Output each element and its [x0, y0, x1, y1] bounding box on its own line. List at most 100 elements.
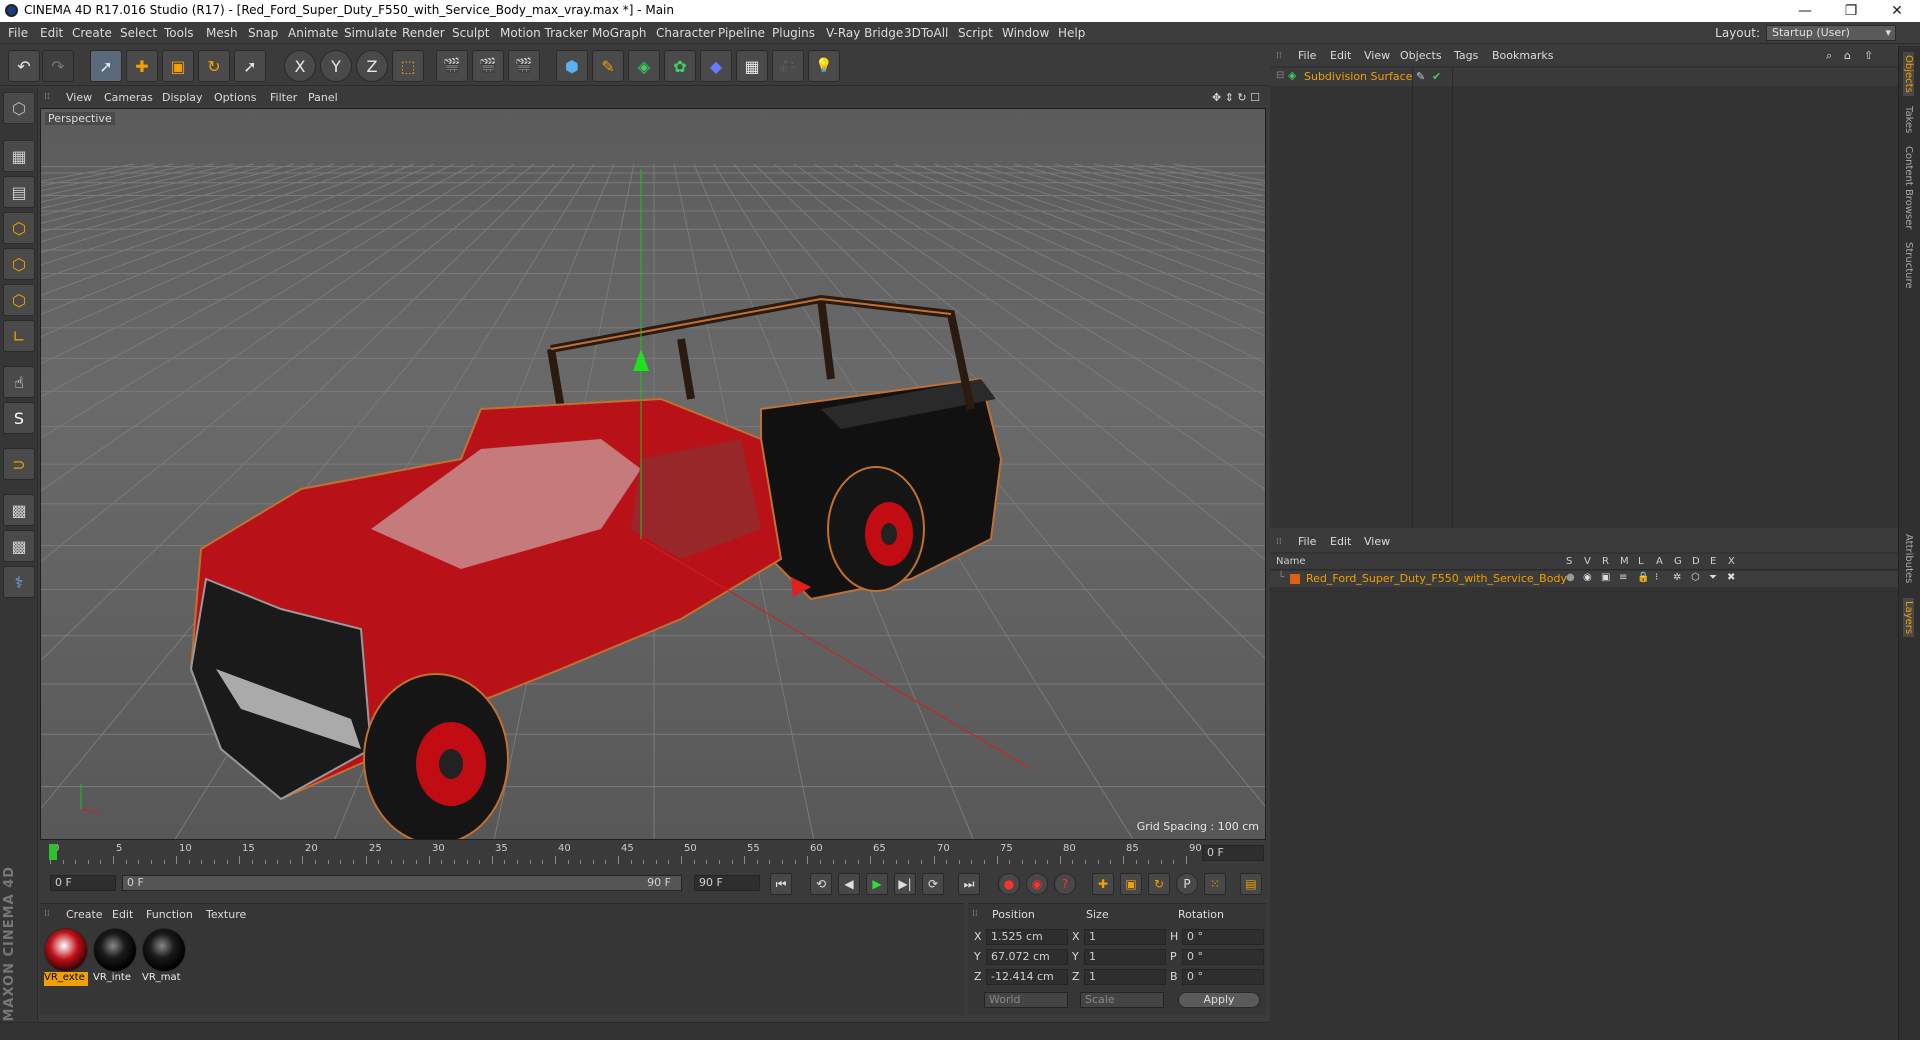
object-row[interactable]: ⊟ ◈ Subdivision Surface ✎ ✔	[1270, 68, 1898, 86]
material-menu-function[interactable]: Function	[146, 908, 193, 921]
layers-menu-file[interactable]: File	[1298, 535, 1316, 548]
render-view-button[interactable]: 🎬	[436, 50, 468, 82]
workplane-snap-icon[interactable]: ▩	[3, 530, 35, 562]
scale-tool[interactable]: ▣	[162, 50, 194, 82]
play-backward-button[interactable]: ◀	[838, 873, 860, 895]
search-icon[interactable]: ⌕	[1826, 49, 1832, 63]
record-keys-icon[interactable]: ●	[998, 873, 1020, 895]
workplane-lock-icon[interactable]: ▩	[3, 494, 35, 526]
key-position-icon[interactable]: ✚	[1092, 873, 1114, 895]
points-mode-icon[interactable]: ⬡	[3, 248, 35, 280]
edit-toggle-icon[interactable]: ✎	[1416, 70, 1425, 83]
cube-object-button[interactable]: ⬢	[556, 50, 588, 82]
render-icon[interactable]: ▣	[1601, 572, 1610, 583]
start-frame-field[interactable]: 0 F	[50, 875, 116, 891]
deformers-icon[interactable]: ⬡	[1691, 572, 1700, 583]
autokey-icon[interactable]: ◉	[1026, 873, 1048, 895]
objects-menu-file[interactable]: File	[1298, 49, 1316, 62]
tab-content-browser[interactable]: Content Browser	[1903, 146, 1914, 229]
material-swatch[interactable]: VR_exte	[44, 928, 88, 986]
live-select-tool[interactable]: ➚	[90, 50, 122, 82]
polygons-mode-icon[interactable]: ∟	[3, 320, 35, 352]
menu-tools[interactable]: Tools	[164, 26, 194, 40]
light-object-button[interactable]: 💡	[808, 50, 840, 82]
material-menu-edit[interactable]: Edit	[112, 908, 133, 921]
objects-menu-bookmarks[interactable]: Bookmarks	[1492, 49, 1553, 62]
rotation-b-field[interactable]: 0 °	[1182, 969, 1264, 985]
mograph-cloner-button[interactable]: ✿	[664, 50, 696, 82]
viewport-menu-display[interactable]: Display	[162, 91, 203, 104]
rotation-h-field[interactable]: 0 °	[1182, 929, 1264, 945]
python-script-icon[interactable]: ⚕	[3, 566, 35, 598]
pen-spline-button[interactable]: ✎	[592, 50, 624, 82]
menu-select[interactable]: Select	[120, 26, 157, 40]
playhead-marker[interactable]	[49, 844, 57, 860]
enabled-check-icon[interactable]: ✔	[1432, 70, 1441, 83]
layer-color-swatch[interactable]	[1290, 574, 1300, 584]
rotation-p-field[interactable]: 0 °	[1182, 949, 1264, 965]
viewport-menu-filter[interactable]: Filter	[270, 91, 297, 104]
position-x-field[interactable]: 1.525 cm	[986, 929, 1068, 945]
layout-select[interactable]: Startup (User) ▾	[1766, 25, 1896, 41]
subdivision-surface-button[interactable]: ◈	[628, 50, 660, 82]
end-frame-field[interactable]: 90 F	[694, 875, 760, 891]
home-icon[interactable]: ⌂	[1844, 49, 1851, 62]
manager-icon[interactable]: ≡	[1619, 572, 1627, 583]
layer-row[interactable]: └ Red_Ford_Super_Duty_F550_with_Service_…	[1270, 571, 1898, 587]
coord-space-select[interactable]: World	[984, 992, 1068, 1008]
menu-window[interactable]: Window	[1002, 26, 1049, 40]
key-rotation-icon[interactable]: ↻	[1148, 873, 1170, 895]
minimize-button[interactable]: —	[1782, 0, 1828, 22]
tweak-mode-icon[interactable]: ☝	[3, 366, 35, 398]
layers-menu-view[interactable]: View	[1364, 535, 1390, 548]
menu-pipeline[interactable]: Pipeline	[718, 26, 765, 40]
key-parameter-icon[interactable]: P	[1176, 873, 1198, 895]
close-button[interactable]: ✕	[1874, 0, 1920, 22]
menu-vray-bridge[interactable]: V-Ray Bridge	[826, 26, 903, 40]
render-picture-viewer-button[interactable]: 🎬	[472, 50, 504, 82]
texture-mode-icon[interactable]: ▤	[3, 176, 35, 208]
camera-object-button[interactable]: 🎥	[772, 50, 804, 82]
deformer-button[interactable]: ◆	[700, 50, 732, 82]
viewport-menu-panel[interactable]: Panel	[308, 91, 338, 104]
current-frame-field[interactable]: 0 F	[1202, 845, 1264, 861]
objects-menu-edit[interactable]: Edit	[1330, 49, 1351, 62]
size-y-field[interactable]: 1	[1084, 949, 1166, 965]
snap-magnet-icon[interactable]: ⊃	[3, 448, 35, 480]
z-axis-lock[interactable]: Z	[356, 50, 388, 82]
tab-layers[interactable]: Layers	[1903, 598, 1914, 638]
menu-motion-tracker[interactable]: Motion Tracker	[500, 26, 588, 40]
timeline-window-icon[interactable]: ▤	[1240, 873, 1262, 895]
recent-tool[interactable]: ➚	[234, 50, 266, 82]
key-scale-icon[interactable]: ▣	[1120, 873, 1142, 895]
viewport-menu-options[interactable]: Options	[214, 91, 256, 104]
undo-button[interactable]: ↶	[8, 50, 40, 82]
timeline-ruler[interactable]: 051015202530354045505560657075808590 0 F	[40, 842, 1266, 864]
tab-takes[interactable]: Takes	[1903, 106, 1914, 133]
position-z-field[interactable]: -12.414 cm	[986, 969, 1068, 985]
menu-script[interactable]: Script	[958, 26, 993, 40]
make-editable-icon[interactable]: ⬡	[3, 92, 35, 124]
viewport-menu-view[interactable]: View	[66, 91, 92, 104]
menu-character[interactable]: Character	[656, 26, 715, 40]
keyframe-selection-icon[interactable]: ?	[1054, 873, 1076, 895]
solo-dot-icon[interactable]: ●	[1566, 572, 1575, 583]
size-z-field[interactable]: 1	[1084, 969, 1166, 985]
xref-icon[interactable]: ✖	[1727, 572, 1735, 583]
visible-eye-icon[interactable]: ◉	[1583, 572, 1592, 583]
x-axis-lock[interactable]: X	[284, 50, 316, 82]
rotate-tool[interactable]: ↻	[198, 50, 230, 82]
coord-system-button[interactable]: ⬚	[392, 50, 424, 82]
loop-button[interactable]: ⟳	[922, 873, 944, 895]
menu-3dtoall[interactable]: 3DToAll	[904, 26, 948, 40]
viewport-menu-cameras[interactable]: Cameras	[104, 91, 153, 104]
size-x-field[interactable]: 1	[1084, 929, 1166, 945]
menu-create[interactable]: Create	[72, 26, 112, 40]
menu-sculpt[interactable]: Sculpt	[452, 26, 489, 40]
apply-button[interactable]: Apply	[1178, 992, 1260, 1008]
restore-button[interactable]: ❐	[1828, 0, 1874, 22]
layers-menu-edit[interactable]: Edit	[1330, 535, 1351, 548]
viewport-nav-icons[interactable]: ✥ ⇕ ↻ ☐	[1212, 91, 1260, 104]
move-tool[interactable]: ✚	[126, 50, 158, 82]
menu-mesh[interactable]: Mesh	[206, 26, 238, 40]
